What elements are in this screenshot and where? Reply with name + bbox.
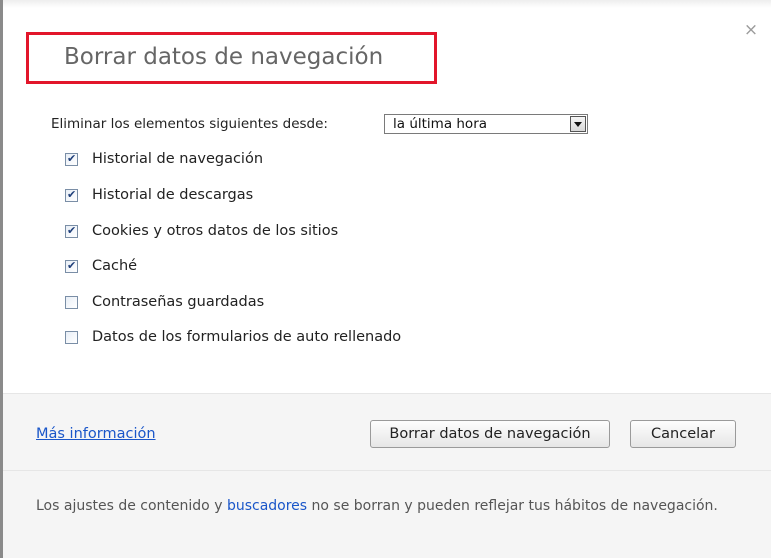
checkbox[interactable] [65,331,78,344]
clear-browsing-data-button[interactable]: Borrar datos de navegación [370,420,610,448]
chevron-down-icon[interactable] [570,116,586,132]
note-text-end: no se borran y pueden reflejar tus hábit… [307,498,718,514]
checkbox[interactable] [65,151,78,167]
top-shadow [0,0,771,8]
time-range-select[interactable]: la última hora [384,114,588,134]
option-label: Historial de descargas [92,187,254,203]
note-divider [3,470,771,471]
search-engines-link[interactable]: buscadores [227,498,307,514]
checkbox[interactable] [65,258,78,274]
option-label: Historial de navegación [92,151,264,167]
time-range-value: la última hora [393,116,488,132]
checkbox[interactable] [65,187,78,203]
cancel-button[interactable]: Cancelar [630,420,736,448]
time-range-label: Eliminar los elementos siguientes desde: [51,116,328,132]
option-label: Cookies y otros datos de los sitios [92,223,339,239]
more-info-link[interactable]: Más información [36,426,156,442]
dialog-footer [3,393,771,558]
footer-note: Los ajustes de contenido y buscadores no… [36,496,736,517]
option-label: Datos de los formularios de auto rellena… [92,329,402,345]
note-text-start: Los ajustes de contenido y [36,498,227,514]
option-label: Contraseñas guardadas [92,294,265,310]
checkbox[interactable] [65,296,78,309]
close-icon[interactable]: × [743,22,759,39]
dialog-title: Borrar datos de navegación [64,44,384,70]
checkbox[interactable] [65,223,78,239]
footer-divider [3,393,771,394]
option-label: Caché [92,258,138,274]
